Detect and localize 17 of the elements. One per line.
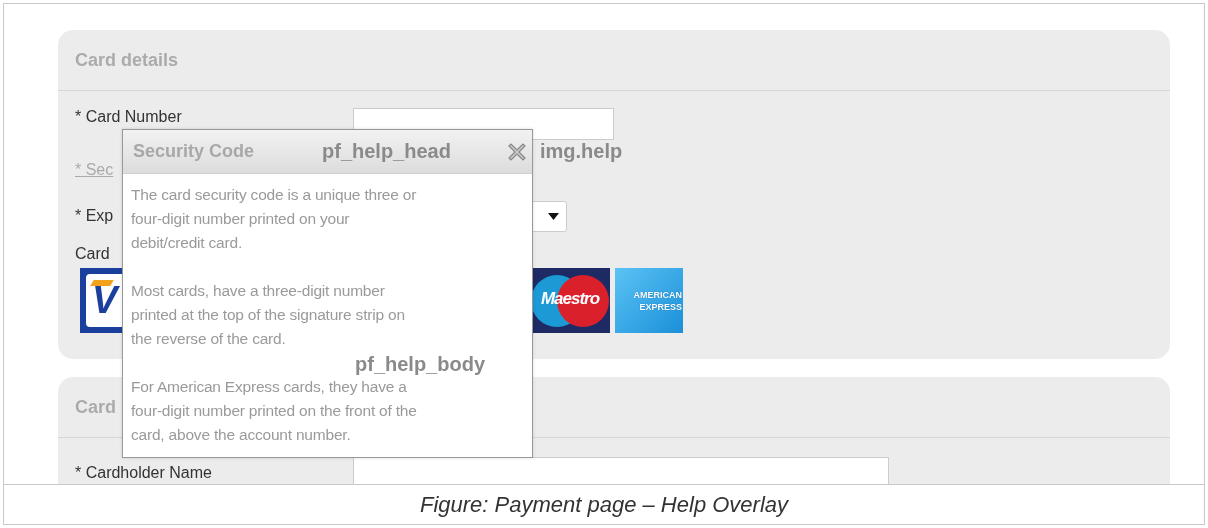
popup-title: Security Code	[133, 141, 255, 162]
help-link[interactable]: * Sec	[75, 161, 114, 179]
field-label: Card	[75, 244, 110, 264]
annotation-label: pf_help_body	[355, 353, 485, 376]
field-label: * Exp	[75, 207, 114, 225]
dropdown-caret-icon	[548, 212, 559, 220]
field-label: * Cardholder Name	[75, 463, 212, 482]
amex-logo: AMERICAN EXPRESS	[615, 268, 683, 333]
help-paragraph: For American Express cards, they have a four-digit number printed on the front of the card, above the account number.	[131, 377, 417, 445]
help-paragraph: The card security code is a unique three or four-digit number printed on your debit/credit card.	[131, 185, 417, 253]
field-label: * Card Number	[75, 108, 182, 126]
annotation-label: img.help	[540, 140, 623, 163]
section-title: Card	[75, 396, 116, 418]
section-title: Card details	[75, 49, 179, 71]
figure-caption: Figure: Payment page – Help Overlay	[4, 484, 1204, 524]
text-field[interactable]	[353, 456, 889, 484]
annotation-label: pf_help_head	[322, 140, 451, 163]
